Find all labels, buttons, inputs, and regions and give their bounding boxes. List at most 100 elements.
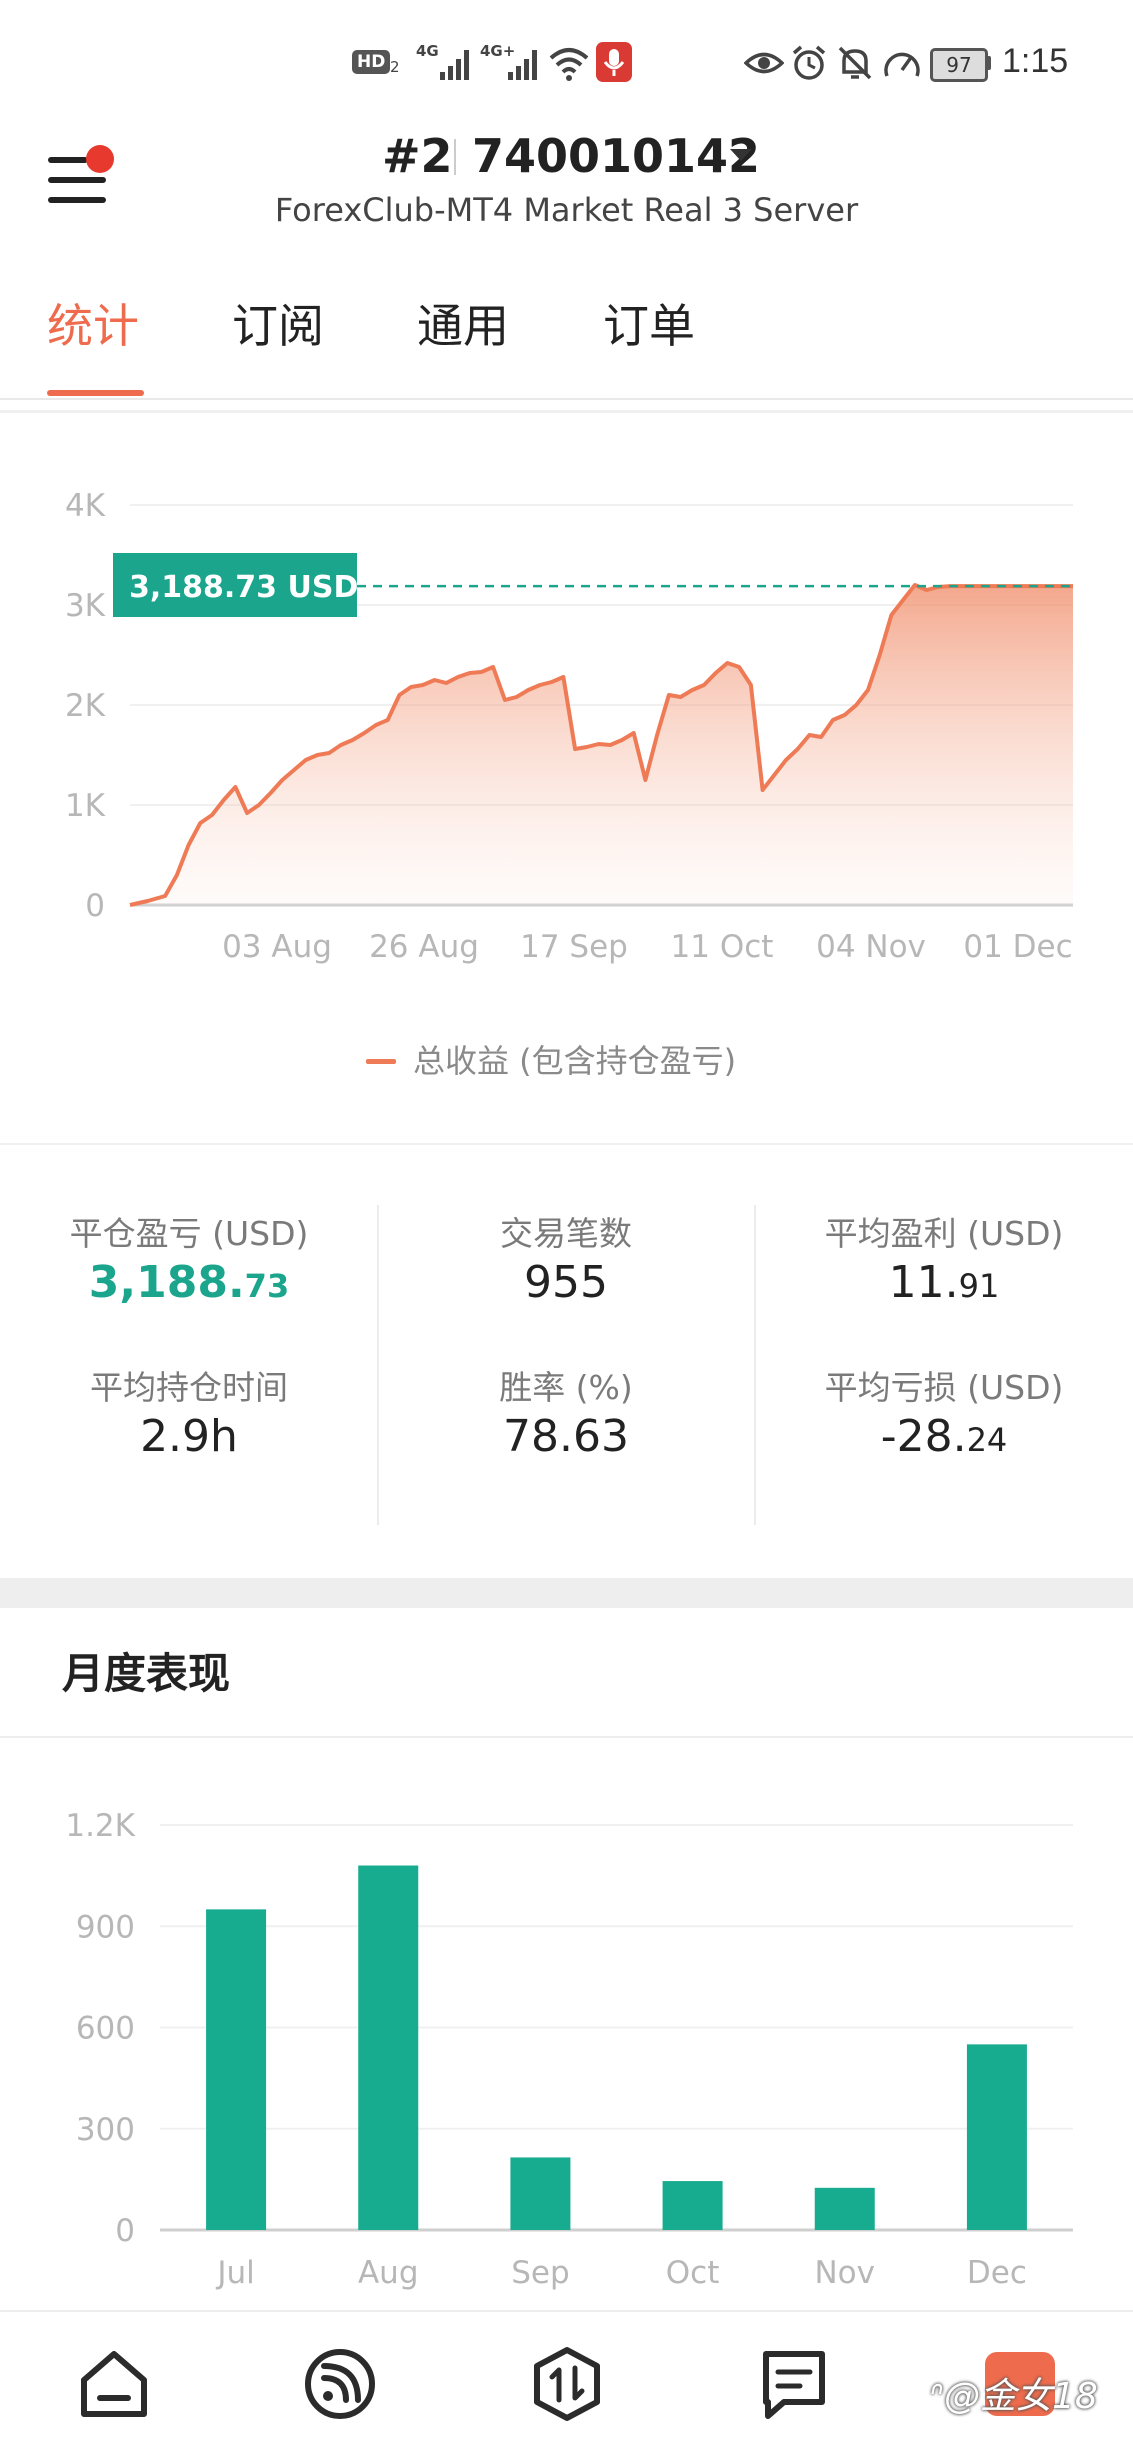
dropdown-caret-icon xyxy=(730,149,752,161)
monthly-x-tick: Jul xyxy=(215,2255,254,2291)
monthly-x-tick: Nov xyxy=(814,2255,875,2291)
equity-x-tick: 04 Nov xyxy=(816,929,926,965)
closed-pl-int: 3,188. xyxy=(88,1257,245,1308)
avg-profit-label: 平均盈利 (USD) xyxy=(824,1214,1064,1253)
current-value-tag: 3,188.73 USD xyxy=(113,553,358,617)
monthly-bar-jul[interactable] xyxy=(206,1909,267,2230)
clock-time: 1:15 xyxy=(1002,42,1069,80)
server-name: ForexClub-MT4 Market Real 3 Server xyxy=(274,191,859,229)
closed-pl-label: 平仓盈亏 (USD) xyxy=(69,1214,309,1253)
stats-divider xyxy=(377,1205,379,1525)
monthly-bar-chart: 0 300 600 900 1.2K Jul Aug Sep Oct Nov Dec xyxy=(65,1808,1073,2291)
monthly-y-tick: 300 xyxy=(76,2112,135,2148)
avg-hold-value: 2.9h xyxy=(140,1411,238,1462)
legend-label: 总收益 (包含持仓盈亏) xyxy=(413,1042,736,1080)
current-value-label: 3,188.73 USD xyxy=(129,570,358,605)
signal-icon-2 xyxy=(508,48,540,80)
legend-swatch xyxy=(366,1059,396,1064)
trades-label: 交易笔数 xyxy=(500,1214,632,1253)
account-selector[interactable]: #2 740010142 xyxy=(380,125,780,191)
monthly-x-tick: Aug xyxy=(358,2255,419,2291)
battery-icon: 97 xyxy=(930,48,988,82)
tab-statistics[interactable]: 统计 xyxy=(47,290,139,356)
account-divider xyxy=(454,139,456,175)
tab-orders[interactable]: 订单 xyxy=(603,290,695,356)
battery-level: 97 xyxy=(946,53,972,77)
trade-icon[interactable] xyxy=(527,2344,607,2424)
monthly-y-tick: 600 xyxy=(76,2011,135,2047)
monthly-y-tick: 0 xyxy=(115,2213,135,2249)
active-tab-indicator xyxy=(47,390,144,396)
win-rate-label: 胜率 (%) xyxy=(499,1368,633,1407)
stats-panel: 平仓盈亏 (USD) 3,188.73 交易笔数 955 平均盈利 (USD) … xyxy=(0,1145,1133,1575)
equity-chart: 0 1K 2K 3K 4K 03 Aug 26 Aug 17 Sep 11 Oct 04 Nov… xyxy=(65,488,1073,1080)
avg-loss-dec: 24 xyxy=(966,1421,1008,1459)
menu-line xyxy=(48,177,106,183)
avg-loss-int: -28. xyxy=(880,1411,967,1462)
tabs-divider-shadow xyxy=(0,410,1133,413)
equity-x-tick: 17 Sep xyxy=(520,929,628,965)
monthly-y-tick: 900 xyxy=(76,1909,135,1945)
sim-index: 2 xyxy=(390,58,400,76)
equity-x-tick: 11 Oct xyxy=(671,929,774,965)
monthly-bar-oct[interactable] xyxy=(662,2181,723,2230)
battery-tip xyxy=(986,56,991,70)
equity-y-tick: 2K xyxy=(65,688,106,724)
avg-hold-label: 平均持仓时间 xyxy=(90,1368,288,1407)
avg-loss-value: -28.24 xyxy=(881,1411,1008,1462)
monthly-y-tick: 1.2K xyxy=(65,1808,135,1844)
wifi-icon xyxy=(549,48,589,81)
microphone-icon xyxy=(596,42,632,82)
equity-x-axis: 03 Aug 26 Aug 17 Sep 11 Oct 04 Nov 01 Dec xyxy=(222,929,1073,965)
equity-y-tick: 3K xyxy=(65,588,106,624)
monthly-y-axis: 0 300 600 900 1.2K xyxy=(65,1808,135,2249)
watermark: ᐢ@金女18 xyxy=(930,2376,1098,2417)
monthly-title: 月度表现 xyxy=(62,1649,231,1698)
trades-value: 955 xyxy=(524,1257,608,1308)
avg-profit-value: 11.91 xyxy=(889,1257,1000,1308)
equity-x-tick: 03 Aug xyxy=(222,929,332,965)
monthly-bar-nov[interactable] xyxy=(814,2187,875,2230)
monthly-gridlines xyxy=(160,1824,1073,2232)
monthly-bar-sep[interactable] xyxy=(510,2157,571,2230)
monthly-x-tick: Oct xyxy=(666,2255,720,2291)
closed-pl-value: 3,188.73 xyxy=(89,1257,289,1308)
alarm-icon xyxy=(792,45,826,80)
avg-profit-int: 11. xyxy=(888,1257,959,1308)
home-icon[interactable] xyxy=(74,2344,154,2424)
menu-line xyxy=(48,157,88,163)
status-bar: HD 2 4G 4G+ 97 1:15 xyxy=(0,0,1133,120)
monthly-bar-dec[interactable] xyxy=(966,2044,1027,2230)
equity-x-tick: 26 Aug xyxy=(369,929,479,965)
stats-divider xyxy=(754,1205,756,1525)
eye-icon xyxy=(744,52,784,74)
equity-y-tick: 1K xyxy=(65,788,106,824)
equity-x-tick: 01 Dec xyxy=(963,929,1072,965)
bottom-navigation: ᐢ@金女18 xyxy=(0,2310,1133,2455)
tabs-divider xyxy=(0,398,1133,400)
signals-icon[interactable] xyxy=(300,2344,380,2424)
closed-pl-dec: 73 xyxy=(244,1267,290,1305)
hd-icon: HD xyxy=(352,50,391,74)
network-type-1: 4G xyxy=(416,42,439,60)
monthly-bar-aug[interactable] xyxy=(358,1865,419,2231)
tab-subscription[interactable]: 订阅 xyxy=(232,290,324,356)
speed-gauge-icon xyxy=(884,52,920,77)
avg-loss-label: 平均亏损 (USD) xyxy=(824,1368,1064,1407)
account-prefix: #2 xyxy=(382,129,453,183)
mute-bell-icon xyxy=(838,46,872,80)
monthly-divider xyxy=(0,1736,1133,1738)
account-id: 740010142 xyxy=(472,129,761,183)
monthly-x-axis: Jul Aug Sep Oct Nov Dec xyxy=(215,2255,1027,2291)
monthly-bars xyxy=(206,1865,1027,2231)
signal-icon xyxy=(440,48,472,80)
monthly-x-tick: Sep xyxy=(511,2255,569,2291)
monthly-x-tick: Dec xyxy=(967,2255,1027,2291)
app-header: #2 740010142 ForexClub-MT4 Market Real 3… xyxy=(0,125,1133,245)
avg-profit-dec: 91 xyxy=(958,1267,1000,1305)
section-gap xyxy=(0,1578,1133,1608)
messages-icon[interactable] xyxy=(754,2344,834,2424)
tab-general[interactable]: 通用 xyxy=(417,290,509,356)
win-rate-value: 78.63 xyxy=(503,1411,629,1462)
equity-y-axis: 0 1K 2K 3K 4K xyxy=(65,488,106,924)
